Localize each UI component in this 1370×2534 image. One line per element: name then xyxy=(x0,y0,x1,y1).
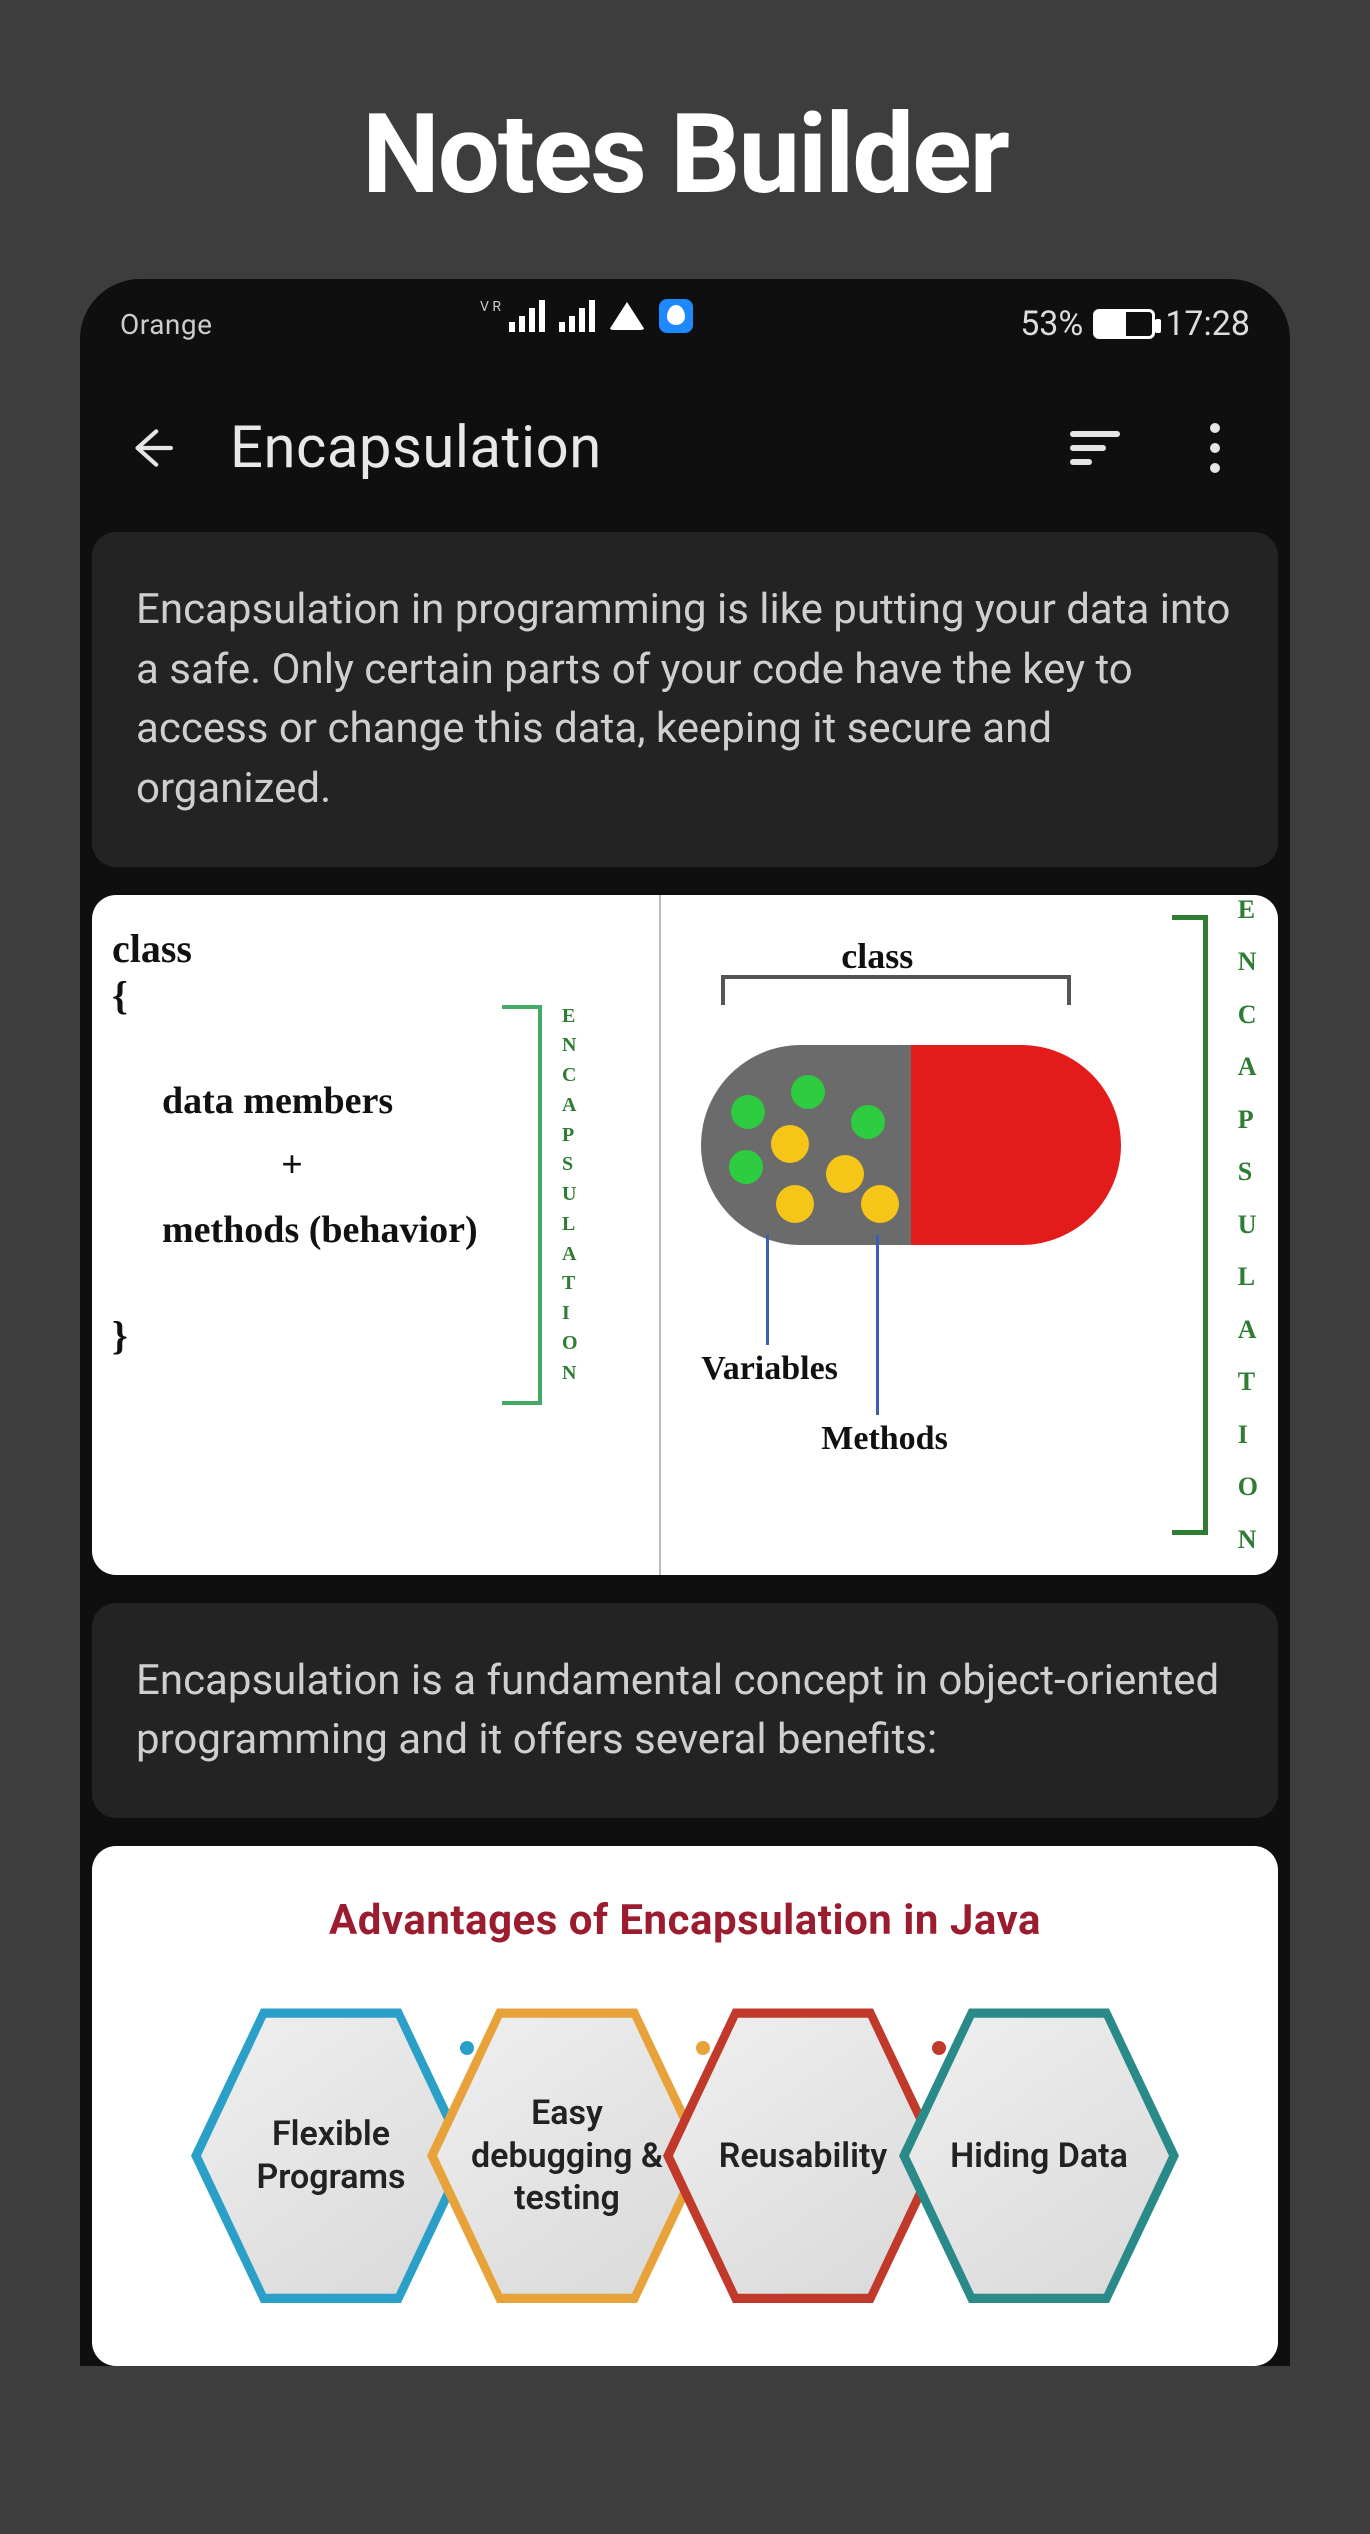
diagram-title: Advantages of Encapsulation in Java xyxy=(92,1846,1278,1945)
page-heading: Notes Builder xyxy=(0,0,1370,279)
leader-line xyxy=(876,1235,879,1415)
encapsulation-diagram: class { data members + methods (behavior… xyxy=(92,895,1278,1575)
encapsulation-vertical-label-large: ENCAPSULATION xyxy=(1238,895,1258,1555)
leader-line xyxy=(766,1235,769,1345)
code-plus: + xyxy=(162,1133,422,1198)
note-text-card[interactable]: Encapsulation is a fundamental concept i… xyxy=(92,1603,1278,1818)
app-bar: Encapsulation xyxy=(80,354,1290,532)
wifi-icon xyxy=(609,302,645,330)
shield-icon xyxy=(659,299,693,333)
clock: 17:28 xyxy=(1165,304,1250,344)
note-text-card[interactable]: Encapsulation in programming is like put… xyxy=(92,532,1278,867)
note-text: Encapsulation is a fundamental concept i… xyxy=(136,1656,1219,1765)
hex-label-flexible: Flexible Programs xyxy=(201,2006,461,2306)
code-brace-open: { xyxy=(112,972,639,1019)
sort-button[interactable] xyxy=(1060,431,1130,465)
more-button[interactable] xyxy=(1180,423,1250,473)
diagram-class-label: class xyxy=(841,935,913,977)
code-keyword-class: class xyxy=(112,925,639,972)
note-image-card[interactable]: Advantages of Encapsulation in Java Flex… xyxy=(92,1846,1278,2366)
phone-frame: Orange V R 53% 17:28 Encapsulation xyxy=(80,279,1290,2366)
big-bracket-icon xyxy=(1172,915,1208,1535)
arrow-left-icon xyxy=(125,423,175,473)
encapsulation-vertical-label-small: ENCAPSULATION xyxy=(562,1005,580,1385)
battery-icon xyxy=(1093,309,1155,339)
signal-icon xyxy=(509,300,545,332)
bracket-icon xyxy=(502,1005,542,1405)
notes-list[interactable]: Encapsulation in programming is like put… xyxy=(80,532,1290,2366)
hex-label-reusability: Reusability xyxy=(673,2006,933,2306)
hex-label-debugging: Easy debugging & testing xyxy=(437,2006,697,2306)
back-button[interactable] xyxy=(120,423,180,473)
note-image-card[interactable]: class { data members + methods (behavior… xyxy=(92,895,1278,1575)
status-bar: Orange V R 53% 17:28 xyxy=(80,279,1290,354)
screen-title: Encapsulation xyxy=(230,414,1010,482)
sort-icon xyxy=(1070,431,1120,465)
battery-percent: 53% xyxy=(1020,304,1083,344)
code-brace-close: } xyxy=(112,1312,639,1359)
advantages-diagram: Advantages of Encapsulation in Java Flex… xyxy=(92,1846,1278,2366)
more-vert-icon xyxy=(1210,423,1220,473)
carrier-label: Orange xyxy=(120,308,212,341)
top-bracket-icon xyxy=(721,975,1071,1005)
network-indicator-small: V R xyxy=(480,299,501,315)
signal-icon-2 xyxy=(559,300,595,332)
methods-label: Methods xyxy=(821,1420,948,1458)
variables-label: Variables xyxy=(701,1350,838,1388)
capsule-icon xyxy=(701,1045,1121,1245)
note-text: Encapsulation in programming is like put… xyxy=(136,585,1230,813)
hex-label-hiding: Hiding Data xyxy=(909,2006,1169,2306)
